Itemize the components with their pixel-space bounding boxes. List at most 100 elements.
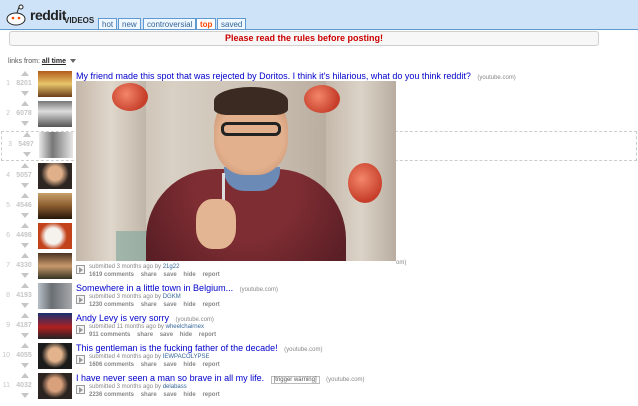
- post-author-link[interactable]: delabass: [163, 384, 187, 390]
- post-title-link[interactable]: My friend made this spot that was reject…: [76, 71, 516, 81]
- post-author-link[interactable]: wheelchairnex: [166, 324, 204, 330]
- report-button[interactable]: report: [199, 332, 216, 338]
- post-domain[interactable]: (youtube.com): [284, 347, 322, 353]
- post-thumbnail[interactable]: [38, 343, 72, 369]
- post-title[interactable]: Andy Levy is very sorry: [76, 313, 169, 323]
- hide-button[interactable]: hide: [183, 272, 195, 278]
- downvote-arrow-icon[interactable]: [21, 273, 29, 278]
- post-author-link[interactable]: IEWPACOLYPSE: [163, 354, 210, 360]
- upvote-arrow-icon[interactable]: [21, 343, 29, 348]
- post-score: 4187: [16, 322, 32, 329]
- upvote-arrow-icon[interactable]: [21, 253, 29, 258]
- share-button[interactable]: share: [141, 362, 157, 368]
- post-title[interactable]: I have never seen a man so brave in all …: [76, 373, 264, 383]
- expand-video-button[interactable]: [76, 355, 85, 364]
- post-domain[interactable]: (youtube.com): [326, 377, 364, 383]
- downvote-arrow-icon[interactable]: [21, 303, 29, 308]
- report-button[interactable]: report: [202, 392, 219, 398]
- save-button[interactable]: save: [163, 272, 176, 278]
- comments-link[interactable]: 911 comments: [89, 332, 130, 338]
- expand-video-button[interactable]: [76, 295, 85, 304]
- tab-top[interactable]: top: [196, 18, 217, 29]
- save-button[interactable]: save: [163, 302, 176, 308]
- report-button[interactable]: report: [202, 302, 219, 308]
- comments-link[interactable]: 1619 comments: [89, 272, 134, 278]
- upvote-arrow-icon[interactable]: [21, 71, 29, 76]
- post-title-link[interactable]: Somewhere in a little town in Belgium...…: [76, 283, 278, 293]
- tab-saved[interactable]: saved: [217, 18, 247, 29]
- expand-video-button[interactable]: [76, 325, 85, 334]
- save-button[interactable]: save: [163, 392, 176, 398]
- logo-text[interactable]: reddit: [30, 7, 66, 23]
- upvote-arrow-icon[interactable]: [21, 101, 29, 106]
- post-thumbnail[interactable]: [38, 253, 72, 279]
- post-thumbnail[interactable]: [38, 313, 72, 339]
- video-preview-popup[interactable]: [76, 81, 396, 261]
- upvote-arrow-icon[interactable]: [21, 283, 29, 288]
- tab-controversial[interactable]: controversial: [143, 18, 197, 29]
- comments-link[interactable]: 2236 comments: [89, 392, 134, 398]
- downvote-arrow-icon[interactable]: [21, 243, 29, 248]
- downvote-arrow-icon[interactable]: [21, 333, 29, 338]
- upvote-arrow-icon[interactable]: [21, 373, 29, 378]
- post-author-link[interactable]: 21g22: [163, 264, 180, 270]
- post-thumbnail[interactable]: [38, 163, 72, 189]
- expand-video-button[interactable]: [76, 265, 85, 274]
- share-button[interactable]: share: [141, 392, 157, 398]
- post-title[interactable]: This gentleman is the fucking father of …: [76, 343, 278, 353]
- post-actions: 1606 comments share save hide report: [89, 362, 225, 368]
- post-domain[interactable]: (youtube.com): [240, 287, 278, 293]
- post-thumbnail[interactable]: [38, 193, 72, 219]
- post-tagline: submitted 3 months ago by 21g22: [89, 264, 180, 270]
- chevron-down-icon[interactable]: [69, 59, 76, 64]
- time-filter-dropdown[interactable]: all time: [42, 58, 66, 65]
- post-score: 6078: [16, 110, 32, 117]
- post-title-link[interactable]: I have never seen a man so brave in all …: [76, 373, 365, 384]
- downvote-arrow-icon[interactable]: [21, 91, 29, 96]
- reddit-alien-logo-icon[interactable]: [4, 3, 32, 27]
- post-thumbnail[interactable]: [38, 373, 72, 399]
- upvote-arrow-icon[interactable]: [23, 132, 31, 137]
- report-button[interactable]: report: [202, 362, 219, 368]
- downvote-arrow-icon[interactable]: [21, 213, 29, 218]
- tab-hot[interactable]: hot: [98, 18, 118, 29]
- post-title[interactable]: Somewhere in a little town in Belgium...: [76, 283, 233, 293]
- save-button[interactable]: save: [160, 332, 173, 338]
- share-button[interactable]: share: [137, 332, 153, 338]
- post-title[interactable]: My friend made this spot that was reject…: [76, 71, 471, 81]
- post-domain-partial[interactable]: om): [396, 256, 406, 266]
- post-title-link[interactable]: This gentleman is the fucking father of …: [76, 343, 323, 353]
- downvote-arrow-icon[interactable]: [21, 183, 29, 188]
- share-button[interactable]: share: [141, 272, 157, 278]
- post-thumbnail[interactable]: [38, 71, 72, 97]
- downvote-arrow-icon[interactable]: [21, 393, 29, 398]
- post-thumbnail[interactable]: [39, 132, 73, 158]
- comments-link[interactable]: 1230 comments: [89, 302, 134, 308]
- announcement-bar[interactable]: Please read the rules before posting!: [9, 31, 599, 46]
- upvote-arrow-icon[interactable]: [21, 223, 29, 228]
- upvote-arrow-icon[interactable]: [21, 163, 29, 168]
- downvote-arrow-icon[interactable]: [23, 152, 31, 157]
- share-button[interactable]: share: [141, 302, 157, 308]
- hide-button[interactable]: hide: [180, 332, 192, 338]
- post-thumbnail[interactable]: [38, 223, 72, 249]
- post-thumbnail[interactable]: [38, 283, 72, 309]
- hide-button[interactable]: hide: [183, 392, 195, 398]
- subreddit-name[interactable]: VIDEOS: [64, 16, 94, 25]
- post-title-link[interactable]: Andy Levy is very sorry (youtube.com): [76, 313, 214, 323]
- upvote-arrow-icon[interactable]: [21, 193, 29, 198]
- post-domain[interactable]: (youtube.com): [176, 317, 214, 323]
- expand-video-button[interactable]: [76, 385, 85, 394]
- post-domain[interactable]: (youtube.com): [477, 75, 515, 81]
- post-thumbnail[interactable]: [38, 101, 72, 127]
- post-author-link[interactable]: DGKM: [163, 294, 181, 300]
- tab-new[interactable]: new: [118, 18, 141, 29]
- comments-link[interactable]: 1606 comments: [89, 362, 134, 368]
- save-button[interactable]: save: [163, 362, 176, 368]
- report-button[interactable]: report: [202, 272, 219, 278]
- upvote-arrow-icon[interactable]: [21, 313, 29, 318]
- hide-button[interactable]: hide: [183, 362, 195, 368]
- downvote-arrow-icon[interactable]: [21, 363, 29, 368]
- downvote-arrow-icon[interactable]: [21, 121, 29, 126]
- hide-button[interactable]: hide: [183, 302, 195, 308]
